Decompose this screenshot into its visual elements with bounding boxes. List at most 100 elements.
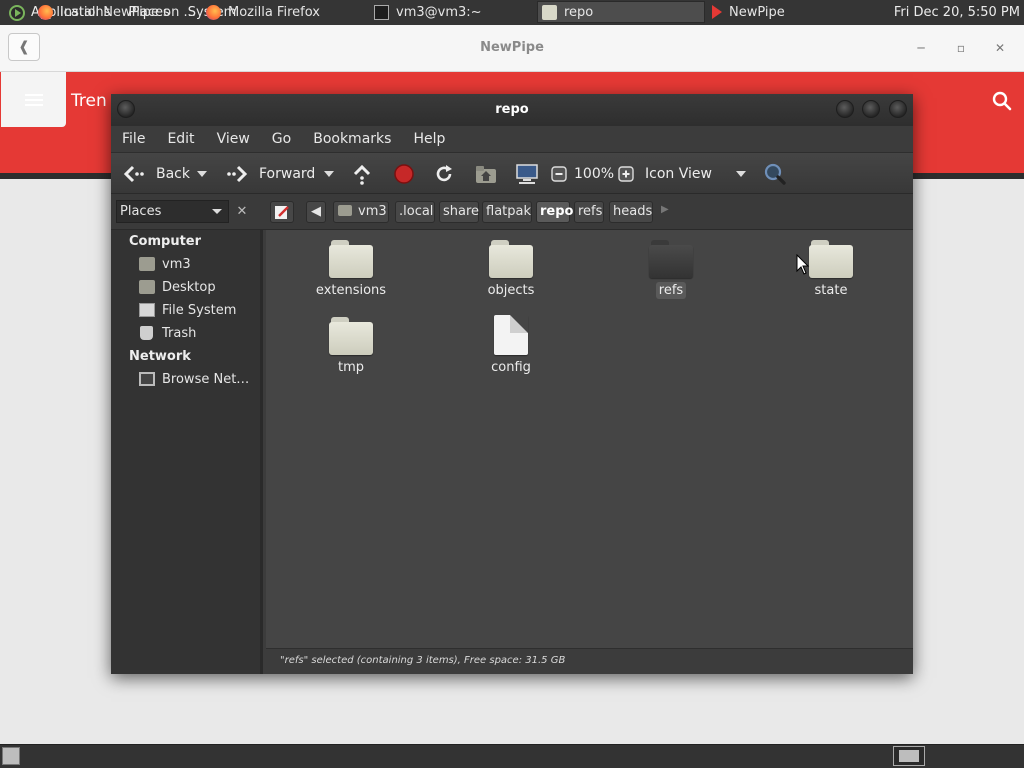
forward-history-dropdown[interactable] xyxy=(324,153,334,195)
sidebar-item-desktop[interactable]: Desktop xyxy=(139,277,216,297)
sidebar-item-file-system[interactable]: File System xyxy=(139,300,236,320)
toolbar: Back Forward 100% Icon View xyxy=(111,152,913,194)
location-bar: Places ✕ ◀ vm3 .local share flatpak repo… xyxy=(111,194,913,230)
taskbar xyxy=(0,744,1024,768)
file-name: tmp xyxy=(337,360,364,375)
crumb-label: vm3 xyxy=(358,204,387,219)
close-button[interactable]: ✕ xyxy=(990,38,1010,58)
home-folder-icon xyxy=(338,205,352,216)
menu-view[interactable]: View xyxy=(217,131,250,147)
back-button[interactable]: Back xyxy=(122,153,190,195)
chevron-right-icon: ▶ xyxy=(661,204,669,215)
chevron-down-icon xyxy=(212,209,222,214)
computer-button[interactable] xyxy=(515,153,539,195)
folder-icon xyxy=(489,240,533,278)
places-sidebar: Computer vm3 Desktop File System Trash N… xyxy=(111,230,263,674)
sidebar-item-vm3[interactable]: vm3 xyxy=(139,254,191,274)
window-maximize-button[interactable] xyxy=(862,100,880,118)
sidebar-item-browse-network[interactable]: Browse Net… xyxy=(139,369,249,389)
file-name: state xyxy=(814,283,848,298)
newpipe-window-title: NewPipe xyxy=(480,40,544,55)
task-newpipe[interactable]: NewPipe xyxy=(708,1,873,23)
sidebar-item-label: Trash xyxy=(162,325,197,341)
zoom-out-icon xyxy=(551,166,567,182)
forward-label: Forward xyxy=(259,166,316,182)
task-mozilla-firefox[interactable]: Mozilla Firefox xyxy=(202,1,367,23)
task-repo[interactable]: repo xyxy=(537,1,705,23)
file-name: config xyxy=(491,360,531,375)
stop-button[interactable] xyxy=(393,153,415,195)
search-button[interactable] xyxy=(763,153,787,195)
clock[interactable]: Fri Dec 20, 5:50 PM xyxy=(894,5,1020,20)
file-view[interactable]: extensions objects refs state tmp config xyxy=(266,230,913,648)
file-item-tmp[interactable]: tmp xyxy=(291,317,411,376)
file-manager-window: repo File Edit View Go Bookmarks Help Ba… xyxy=(111,94,913,674)
sidebar-pane-select[interactable]: Places xyxy=(116,200,229,223)
forward-button[interactable]: Forward xyxy=(225,153,315,195)
file-item-refs[interactable]: refs xyxy=(611,240,731,299)
maximize-button[interactable]: ▫ xyxy=(951,38,971,58)
home-folder-icon xyxy=(476,166,496,183)
crumb-scroll-right-button[interactable]: ▶ xyxy=(661,204,669,215)
task-install-newpipe[interactable]: Install NewPipe on ... xyxy=(34,1,200,23)
file-item-state[interactable]: state xyxy=(771,240,891,299)
menubar: File Edit View Go Bookmarks Help xyxy=(111,126,913,152)
menu-file[interactable]: File xyxy=(122,131,145,147)
crumb-local[interactable]: .local xyxy=(395,201,435,223)
newpipe-search-button[interactable] xyxy=(990,89,1014,113)
reload-button[interactable] xyxy=(433,153,455,195)
window-close-button[interactable] xyxy=(889,100,907,118)
crumb-flatpak[interactable]: flatpak xyxy=(482,201,532,223)
crumb-refs[interactable]: refs xyxy=(574,201,604,223)
crumb-heads[interactable]: heads xyxy=(609,201,653,223)
mouse-pointer-icon xyxy=(796,254,810,275)
menu-bookmarks[interactable]: Bookmarks xyxy=(313,131,391,147)
crumb-scroll-left-button[interactable]: ◀ xyxy=(306,201,326,223)
menu-go[interactable]: Go xyxy=(272,131,291,147)
edit-icon xyxy=(275,206,289,219)
window-minimize-button[interactable] xyxy=(836,100,854,118)
file-item-objects[interactable]: objects xyxy=(451,240,571,299)
zoom-level[interactable]: 100% xyxy=(574,153,614,195)
show-desktop-button[interactable] xyxy=(2,747,20,765)
crumb-vm3[interactable]: vm3 xyxy=(333,201,389,223)
toggle-location-entry-button[interactable] xyxy=(270,201,294,223)
back-label: Back xyxy=(156,166,190,182)
home-folder-icon xyxy=(139,257,155,271)
mate-logo-icon[interactable] xyxy=(9,4,25,21)
file-name: extensions xyxy=(315,283,387,298)
menu-help[interactable]: Help xyxy=(413,131,445,147)
crumb-share[interactable]: share xyxy=(439,201,479,223)
zoom-in-button[interactable] xyxy=(618,153,634,195)
zoom-out-button[interactable] xyxy=(551,153,567,195)
close-sidebar-button[interactable]: ✕ xyxy=(231,200,253,223)
file-item-config[interactable]: config xyxy=(451,315,571,376)
search-icon xyxy=(992,91,1012,111)
back-history-dropdown[interactable] xyxy=(197,153,207,195)
drawer-menu-button[interactable] xyxy=(1,72,66,127)
task-label: Install NewPipe on ... xyxy=(60,4,196,20)
sidebar-item-label: Browse Net… xyxy=(162,371,250,387)
file-item-extensions[interactable]: extensions xyxy=(291,240,411,299)
view-mode-dropdown[interactable] xyxy=(736,153,746,195)
home-button[interactable] xyxy=(475,153,497,195)
firefox-icon xyxy=(206,4,221,20)
folder-icon xyxy=(542,4,557,20)
crumb-repo[interactable]: repo xyxy=(536,201,573,223)
up-button[interactable] xyxy=(352,153,372,195)
task-terminal[interactable]: vm3@vm3:~ xyxy=(370,1,534,23)
close-icon: ✕ xyxy=(236,204,248,219)
sidebar-pane-label: Places xyxy=(120,204,162,219)
desktop-folder-icon xyxy=(139,280,155,294)
chevron-left-icon: ◀ xyxy=(311,204,321,219)
firefox-icon xyxy=(38,4,53,20)
sidebar-heading-computer: Computer xyxy=(129,234,202,249)
menu-edit[interactable]: Edit xyxy=(167,131,194,147)
sidebar-item-trash[interactable]: Trash xyxy=(139,323,196,343)
view-mode-select[interactable]: Icon View xyxy=(645,153,712,195)
minimize-button[interactable]: ─ xyxy=(911,38,931,58)
chevron-down-icon xyxy=(736,171,746,177)
workspace-switcher[interactable] xyxy=(893,746,925,766)
drive-icon xyxy=(139,303,155,317)
folder-icon xyxy=(329,317,373,355)
